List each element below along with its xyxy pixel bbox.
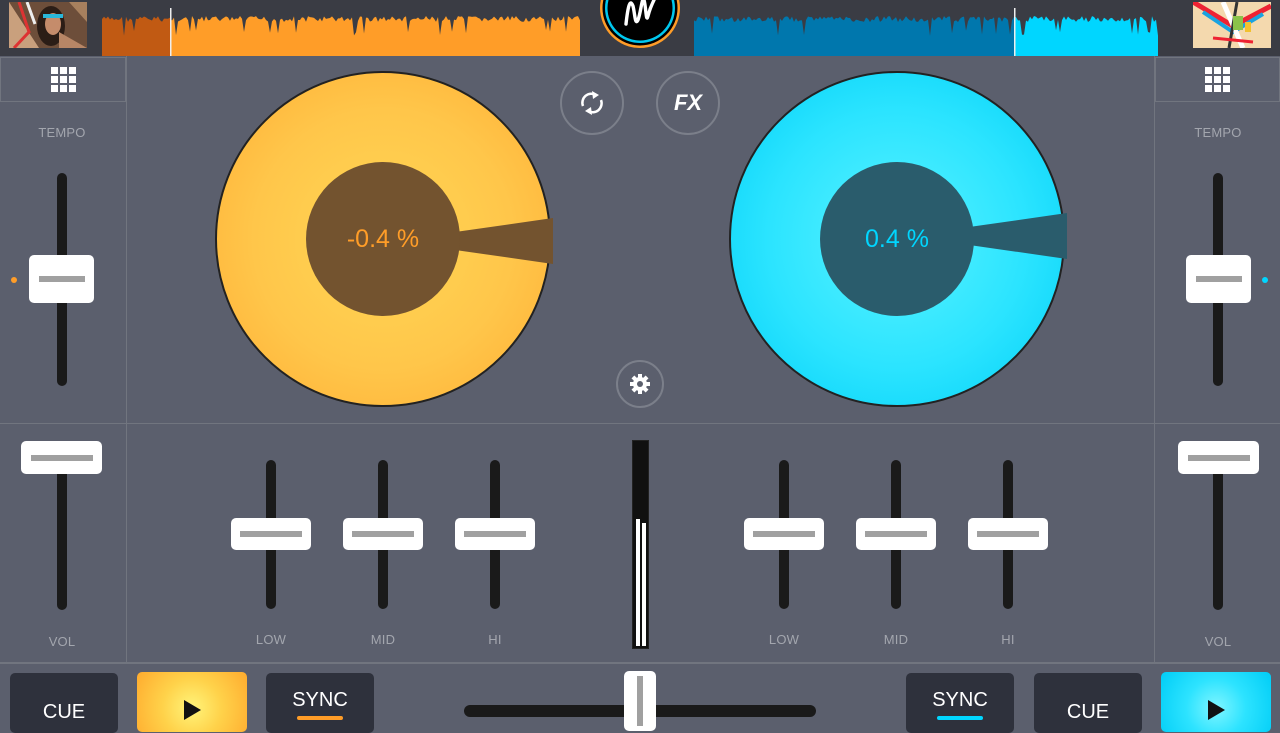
fx-label: FX bbox=[673, 90, 703, 115]
right-panel-divider bbox=[1154, 56, 1155, 662]
deck-a-volume-track[interactable] bbox=[57, 455, 67, 610]
deck-b-cue-label: CUE bbox=[1066, 701, 1110, 723]
gear-icon bbox=[630, 374, 650, 394]
deck-a-cover-art[interactable] bbox=[9, 2, 87, 48]
deck-a-eq-low-label: LOW bbox=[255, 632, 287, 647]
waveform-played-region bbox=[694, 16, 1014, 56]
deck-b-eq-low-knob[interactable] bbox=[744, 518, 824, 550]
deck-a-waveform[interactable] bbox=[102, 8, 586, 56]
deck-b-tempo-slider-knob[interactable] bbox=[1186, 255, 1251, 303]
deck-a-eq-mid-label: MID bbox=[370, 632, 396, 647]
top-bar bbox=[0, 0, 1280, 56]
deck-a-library-button[interactable] bbox=[0, 57, 126, 102]
deck-a-tempo-center-dot bbox=[11, 277, 17, 283]
deck-b-volume-slider-knob[interactable] bbox=[1178, 441, 1259, 474]
deck-a-pitch-readout: -0.4 % bbox=[346, 224, 420, 253]
deck-a-cue-button[interactable]: CUE bbox=[10, 673, 118, 733]
waveform-playhead[interactable] bbox=[1014, 8, 1016, 56]
deck-a-tempo-slider-knob[interactable] bbox=[29, 255, 94, 303]
deck-a-play-button[interactable] bbox=[137, 672, 247, 732]
deck-a-eq-low-knob[interactable] bbox=[231, 518, 311, 550]
deck-b-waveform[interactable] bbox=[694, 8, 1164, 56]
mixer-divider bbox=[0, 423, 1280, 424]
play-icon bbox=[1207, 700, 1225, 720]
grid-icon bbox=[1205, 67, 1230, 92]
deck-a-cue-label: CUE bbox=[42, 701, 86, 723]
waveform-played-region bbox=[102, 16, 170, 56]
deck-b-cover-art[interactable] bbox=[1193, 2, 1271, 48]
deck-a-bpm-readout-clipped bbox=[297, 716, 343, 720]
app-logo[interactable] bbox=[598, 0, 682, 50]
deck-a-waveform-graphic bbox=[102, 8, 580, 56]
grid-icon bbox=[50, 67, 76, 92]
vu-meter-right-level bbox=[642, 523, 646, 646]
deck-b-library-button[interactable] bbox=[1155, 57, 1280, 102]
deck-a-eq-mid-knob[interactable] bbox=[343, 518, 423, 550]
deck-b-waveform-graphic bbox=[694, 8, 1158, 56]
deck-b-platter[interactable]: 0.4 % bbox=[729, 71, 1067, 407]
deck-a-vol-label: VOL bbox=[48, 634, 76, 649]
sync-loop-button[interactable] bbox=[560, 71, 624, 135]
deck-a-platter-hub: -0.4 % bbox=[306, 162, 460, 316]
deck-b-volume-track[interactable] bbox=[1213, 455, 1223, 610]
deck-a-sync-button[interactable]: SYNC bbox=[266, 673, 374, 733]
deck-a-volume-slider-knob[interactable] bbox=[21, 441, 102, 474]
deck-b-eq-mid-label: MID bbox=[883, 632, 909, 647]
deck-a-tempo-label: TEMPO bbox=[38, 125, 86, 140]
deck-b-eq-low-label: LOW bbox=[768, 632, 800, 647]
crossfader-knob[interactable] bbox=[624, 671, 656, 731]
sync-loop-icon bbox=[581, 91, 603, 115]
deck-b-bpm-readout-clipped bbox=[937, 716, 983, 720]
deck-a-sync-label: SYNC bbox=[292, 689, 348, 711]
deck-b-eq-hi-knob[interactable] bbox=[968, 518, 1048, 550]
deck-a-platter[interactable]: -0.4 % bbox=[215, 71, 553, 407]
play-icon bbox=[183, 700, 201, 720]
deck-b-cue-button[interactable]: CUE bbox=[1034, 673, 1142, 733]
vu-meter bbox=[632, 440, 649, 649]
left-panel-divider bbox=[126, 56, 127, 662]
settings-button[interactable] bbox=[616, 360, 664, 408]
deck-b-play-button[interactable] bbox=[1161, 672, 1271, 732]
deck-b-eq-mid-knob[interactable] bbox=[856, 518, 936, 550]
waveform-remaining-region bbox=[170, 16, 580, 56]
vu-meter-left-level bbox=[636, 518, 640, 646]
waveform-remaining-region bbox=[1014, 16, 1158, 56]
deck-b-eq-hi-label: HI bbox=[1001, 632, 1015, 647]
bottom-divider bbox=[0, 662, 1280, 664]
deck-b-platter-marker bbox=[971, 213, 1067, 259]
deck-b-tempo-center-dot bbox=[1262, 277, 1268, 283]
waveform-playhead[interactable] bbox=[170, 8, 172, 56]
deck-b-sync-button[interactable]: SYNC bbox=[906, 673, 1014, 733]
deck-b-platter-hub: 0.4 % bbox=[820, 162, 974, 316]
deck-a-eq-hi-knob[interactable] bbox=[455, 518, 535, 550]
fx-button[interactable]: FX bbox=[656, 71, 720, 135]
deck-b-pitch-readout: 0.4 % bbox=[865, 224, 929, 253]
deck-a-eq-hi-label: HI bbox=[488, 632, 502, 647]
deck-b-sync-label: SYNC bbox=[932, 689, 988, 711]
deck-b-tempo-label: TEMPO bbox=[1194, 125, 1242, 140]
deck-b-vol-label: VOL bbox=[1204, 634, 1232, 649]
deck-a-platter-marker bbox=[457, 218, 553, 264]
